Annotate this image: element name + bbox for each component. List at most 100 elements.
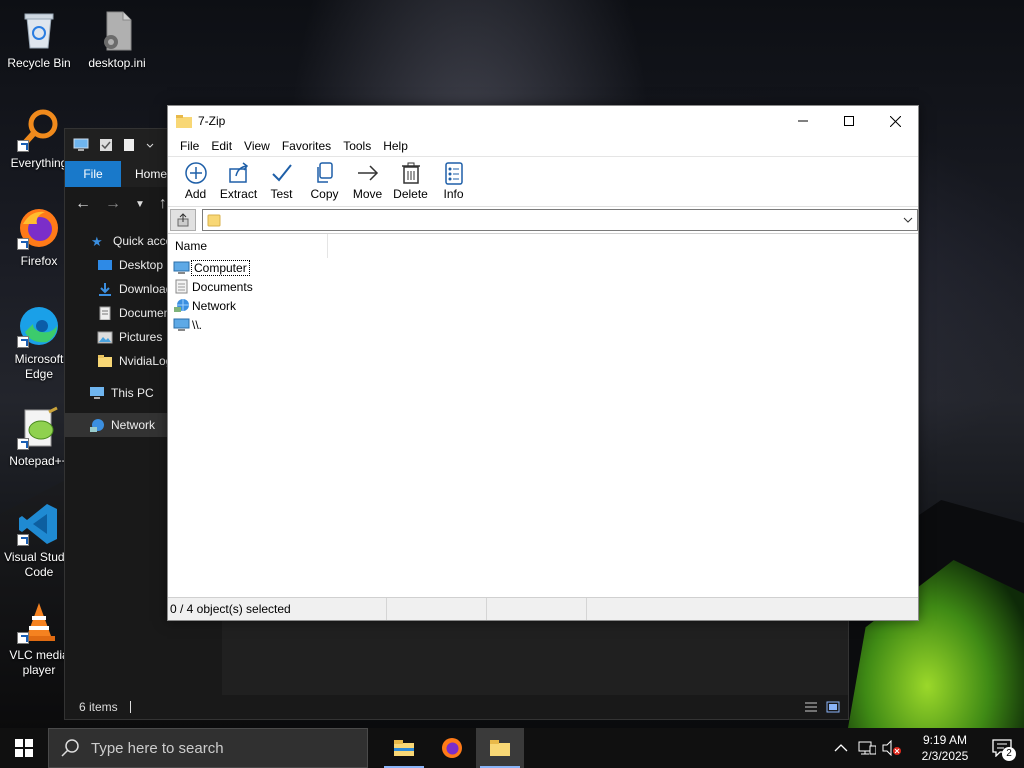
shortcut-arrow-icon xyxy=(17,632,29,644)
clock-date: 2/3/2025 xyxy=(921,749,969,763)
clock-time: 9:19 AM xyxy=(922,733,968,747)
checkmark-icon xyxy=(271,164,292,182)
7zip-window[interactable]: 7-Zip File Edit View Favorites Tools Hel… xyxy=(167,105,919,621)
pictures-icon xyxy=(97,331,113,344)
settings-file-icon xyxy=(95,8,139,52)
menu-view[interactable]: View xyxy=(238,139,276,153)
info-icon xyxy=(444,162,463,185)
extract-button[interactable]: Extract xyxy=(217,161,260,201)
new-folder-icon[interactable] xyxy=(123,138,135,152)
computer-icon xyxy=(90,387,104,399)
menu-tools[interactable]: Tools xyxy=(337,139,377,153)
computer-icon xyxy=(73,138,89,151)
test-button[interactable]: Test xyxy=(260,161,303,201)
sidebar-item-label: This PC xyxy=(111,386,154,400)
shortcut-arrow-icon xyxy=(17,336,29,348)
taskbar-file-explorer[interactable] xyxy=(380,728,428,768)
minimize-button[interactable] xyxy=(780,106,826,136)
status-segment xyxy=(487,598,587,620)
firefox-icon xyxy=(442,738,462,758)
item-count: 6 items xyxy=(79,700,118,714)
path-combobox[interactable] xyxy=(202,208,918,231)
start-button[interactable] xyxy=(0,728,48,768)
info-label: Info xyxy=(443,187,464,201)
minimize-icon xyxy=(798,120,808,122)
taskbar-firefox[interactable] xyxy=(428,728,476,768)
close-button[interactable] xyxy=(872,106,918,136)
shortcut-arrow-icon xyxy=(17,140,29,152)
column-header-name[interactable]: Name xyxy=(168,234,328,258)
notepadpp-icon xyxy=(17,406,61,450)
recycle-bin-icon xyxy=(17,8,61,52)
chevron-down-icon[interactable]: ▼ xyxy=(135,199,145,210)
notification-center-button[interactable]: 2 xyxy=(980,728,1024,768)
menu-file[interactable]: File xyxy=(174,139,205,153)
up-folder-button[interactable] xyxy=(170,208,196,231)
item-name: Computer xyxy=(191,259,250,276)
up-arrow-icon[interactable]: ↑ xyxy=(159,195,167,213)
network-icon xyxy=(174,299,189,312)
7zip-titlebar[interactable]: 7-Zip xyxy=(168,106,918,136)
edge-icon xyxy=(17,304,61,348)
computer-icon xyxy=(173,318,190,331)
chevron-up-icon[interactable] xyxy=(834,743,848,753)
desktop-icon-label: desktop.ini xyxy=(88,56,146,70)
list-item[interactable]: Network xyxy=(168,296,918,315)
large-icons-view-icon[interactable] xyxy=(826,701,840,713)
back-arrow-icon[interactable]: ← xyxy=(75,195,91,213)
volume-muted-icon[interactable] xyxy=(882,740,902,756)
search-placeholder: Type here to search xyxy=(91,739,224,757)
details-view-icon[interactable] xyxy=(804,701,818,713)
properties-icon[interactable] xyxy=(99,138,113,152)
add-label: Add xyxy=(184,187,207,201)
desktop-icon-desktop-ini[interactable]: desktop.ini xyxy=(79,8,155,71)
list-item[interactable]: \\. xyxy=(168,315,918,334)
arrow-right-icon xyxy=(357,165,378,181)
close-icon xyxy=(889,115,901,127)
move-button[interactable]: Move xyxy=(346,161,389,201)
delete-button[interactable]: Delete xyxy=(389,161,432,201)
shortcut-arrow-icon xyxy=(17,238,29,250)
move-label: Move xyxy=(352,187,383,201)
list-item[interactable]: Computer xyxy=(168,258,918,277)
file-explorer-icon xyxy=(394,740,414,756)
chevron-down-icon[interactable] xyxy=(903,215,913,225)
sidebar-item-label: Pictures xyxy=(119,330,163,344)
delete-label: Delete xyxy=(393,187,428,201)
menu-favorites[interactable]: Favorites xyxy=(276,139,337,153)
notification-count-badge: 2 xyxy=(1002,747,1016,761)
clock[interactable]: 9:19 AM 2/3/2025 xyxy=(910,732,980,764)
forward-arrow-icon[interactable]: → xyxy=(105,195,121,213)
selection-status: 0 / 4 object(s) selected xyxy=(168,598,387,620)
extract-icon xyxy=(228,162,248,183)
taskbar-search[interactable]: Type here to search xyxy=(48,728,368,768)
info-button[interactable]: Info xyxy=(432,161,475,201)
explorer-status-bar: 6 items xyxy=(65,695,848,719)
desktop-folder-icon xyxy=(98,260,112,270)
copy-button[interactable]: Copy xyxy=(303,161,346,201)
trash-icon xyxy=(401,162,420,184)
menu-help[interactable]: Help xyxy=(377,139,414,153)
ribbon-tab-file[interactable]: File xyxy=(65,161,121,187)
list-item[interactable]: Documents xyxy=(168,277,918,296)
menu-edit[interactable]: Edit xyxy=(205,139,238,153)
status-segment xyxy=(587,598,918,620)
system-tray: 9:19 AM 2/3/2025 2 xyxy=(834,728,1024,768)
network-status-icon[interactable] xyxy=(858,740,876,756)
menu-bar: File Edit View Favorites Tools Help xyxy=(168,136,918,156)
taskbar-7zip[interactable] xyxy=(476,728,524,768)
sidebar-item-label: Network xyxy=(111,418,156,432)
window-title: 7-Zip xyxy=(198,114,226,128)
7zip-folder-icon xyxy=(176,115,192,128)
download-icon xyxy=(99,283,111,296)
test-label: Test xyxy=(270,187,293,201)
chevron-down-icon[interactable] xyxy=(145,138,155,152)
star-icon: ★ xyxy=(91,234,103,249)
maximize-button[interactable] xyxy=(826,106,872,136)
shortcut-arrow-icon xyxy=(17,534,29,546)
desktop-icon-recycle-bin[interactable]: Recycle Bin xyxy=(1,8,77,71)
add-button[interactable]: Add xyxy=(174,161,217,201)
sidebar-item-label: Desktop xyxy=(119,258,164,272)
file-list[interactable]: Name Computer Documents Network \\. xyxy=(168,233,918,598)
status-segment xyxy=(387,598,487,620)
